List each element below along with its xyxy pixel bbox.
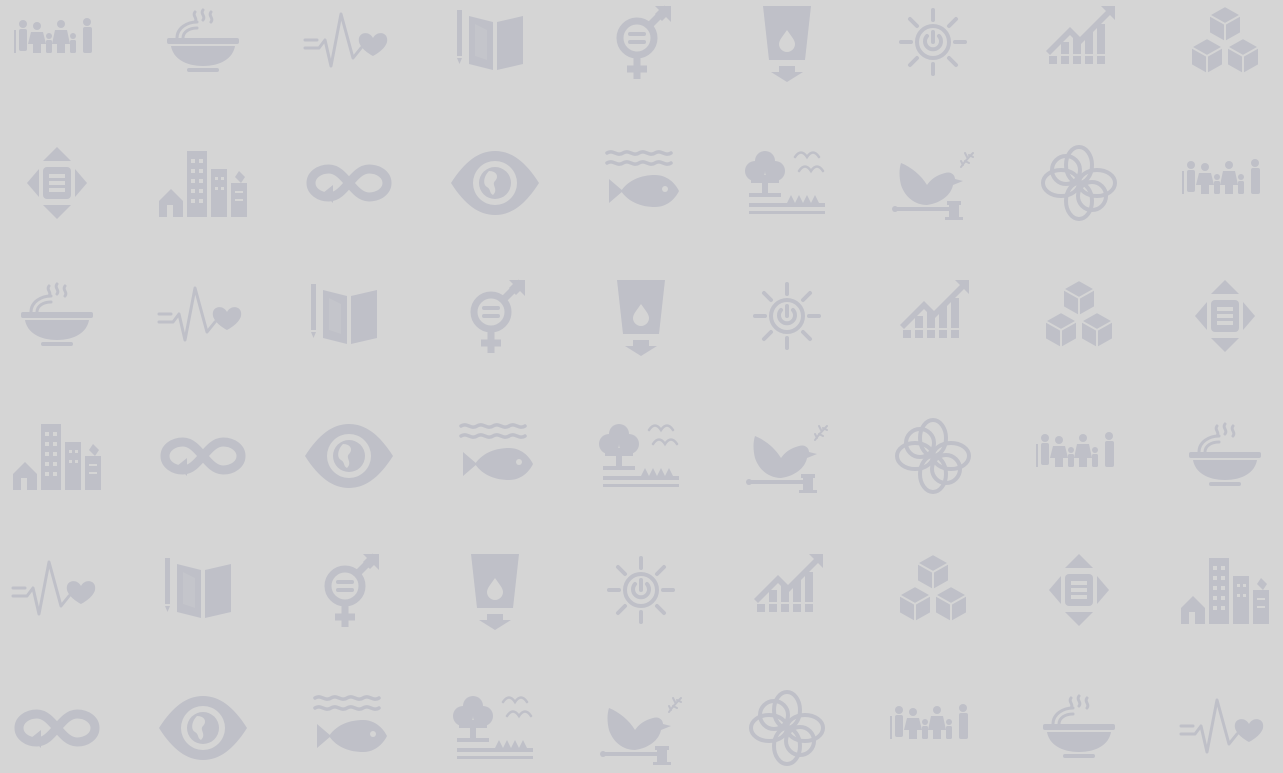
cubes-icon [878,545,988,635]
eye-icon [148,683,258,773]
gender-icon [294,545,404,635]
equality-icon [1170,271,1280,361]
people-icon [2,0,112,87]
people-icon [878,683,988,773]
dove-icon [878,138,988,228]
energy-icon [732,271,842,361]
gender-icon [440,271,550,361]
eye-icon [294,411,404,501]
education-icon [294,271,404,361]
cubes-icon [1170,0,1280,87]
health-icon [1170,683,1280,773]
city-icon [1170,545,1280,635]
equality-icon [1024,545,1134,635]
flower-icon [878,411,988,501]
infinity-icon [148,411,258,501]
gender-icon [586,0,696,87]
land-icon [586,411,696,501]
bowl-icon [2,271,112,361]
growth-icon [1024,0,1134,87]
flower-icon [1024,138,1134,228]
flower-icon [732,683,842,773]
land-icon [732,138,842,228]
water-icon [586,271,696,361]
city-icon [148,138,258,228]
people-icon [1170,138,1280,228]
dove-icon [586,683,696,773]
fish-icon [586,138,696,228]
growth-icon [732,545,842,635]
growth-icon [878,271,988,361]
energy-icon [586,545,696,635]
dove-icon [732,411,842,501]
education-icon [148,545,258,635]
energy-icon [878,0,988,87]
health-icon [294,0,404,87]
education-icon [440,0,550,87]
bowl-icon [1024,683,1134,773]
land-icon [440,683,550,773]
infinity-icon [2,683,112,773]
health-icon [2,545,112,635]
infinity-icon [294,138,404,228]
water-icon [732,0,842,87]
bowl-icon [148,0,258,87]
fish-icon [294,683,404,773]
people-icon [1024,411,1134,501]
sdg-icon-pattern-background [0,0,1283,770]
fish-icon [440,411,550,501]
bowl-icon [1170,411,1280,501]
eye-icon [440,138,550,228]
water-icon [440,545,550,635]
equality-icon [2,138,112,228]
health-icon [148,271,258,361]
cubes-icon [1024,271,1134,361]
city-icon [2,411,112,501]
